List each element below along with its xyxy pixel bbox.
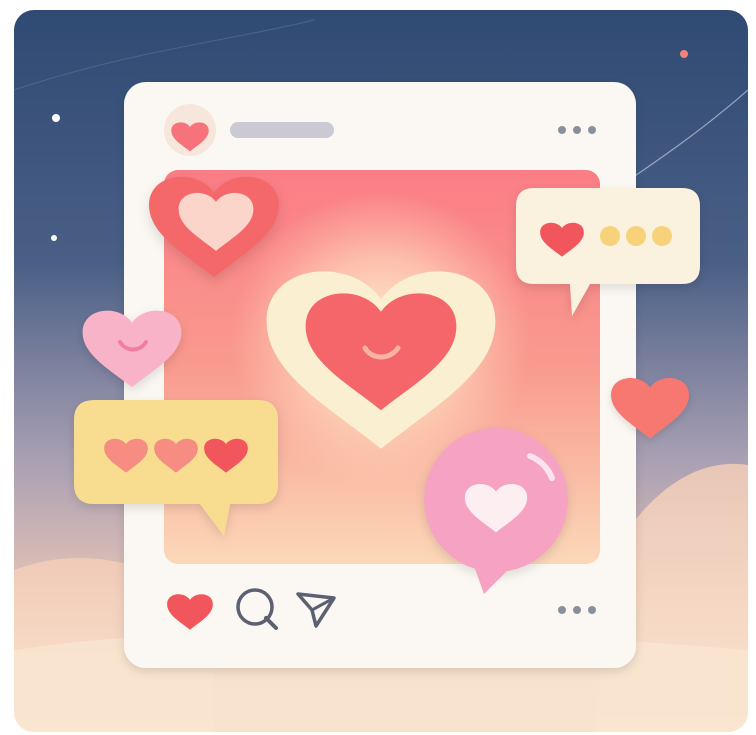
illustration-canvas xyxy=(14,10,748,732)
ellipsis-icon[interactable] xyxy=(558,606,596,614)
star xyxy=(52,114,60,122)
username-placeholder xyxy=(230,122,334,138)
dot-icon xyxy=(600,226,620,246)
dot-icon xyxy=(626,226,646,246)
ellipsis-icon[interactable] xyxy=(558,126,596,134)
star xyxy=(51,235,57,241)
social-post-illustration xyxy=(14,10,748,732)
avatar[interactable] xyxy=(164,104,216,156)
star xyxy=(680,50,688,58)
dot-icon xyxy=(652,226,672,246)
